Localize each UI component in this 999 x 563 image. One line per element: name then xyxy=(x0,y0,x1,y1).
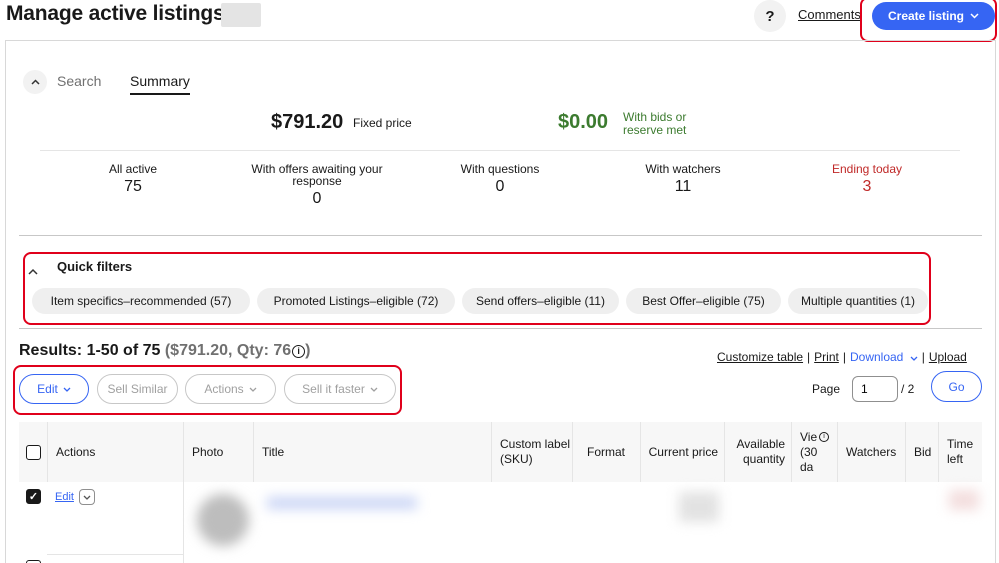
column-header-actions[interactable]: Actions xyxy=(48,422,184,482)
separator: | xyxy=(842,350,846,364)
customize-table-link[interactable]: Customize table xyxy=(717,350,803,364)
stat-label: With offers awaiting your response xyxy=(251,162,383,188)
comments-link[interactable]: Comments xyxy=(798,7,861,22)
column-header-custom-label[interactable]: Custom label (SKU) xyxy=(492,422,573,482)
info-icon: i xyxy=(819,432,829,442)
separator: | xyxy=(921,350,925,364)
annotation-box-quick-filters xyxy=(23,252,931,325)
bids-label: With bids or reserve met xyxy=(623,111,686,137)
select-all-cell xyxy=(19,422,48,482)
row-actions-dropdown[interactable] xyxy=(79,489,95,505)
go-button[interactable]: Go xyxy=(931,371,982,402)
stat-value: 0 xyxy=(495,178,505,195)
annotation-box-bulk-actions xyxy=(13,365,402,415)
upload-link[interactable]: Upload xyxy=(929,350,967,364)
chevron-down-icon[interactable] xyxy=(910,356,918,361)
results-summary: Results: 1-50 of 75 ($791.20, Qty: 76 i) xyxy=(19,342,310,360)
stat-value: 11 xyxy=(674,178,692,195)
stat-all-active[interactable]: All active 75 xyxy=(43,163,223,196)
listing-photo[interactable] xyxy=(197,494,249,546)
download-link[interactable]: Download xyxy=(850,350,903,364)
stat-label: With questions xyxy=(460,162,540,176)
column-header-bid[interactable]: Bid xyxy=(906,422,939,482)
row-edit-link[interactable]: Edit xyxy=(55,491,74,503)
stat-label: With watchers xyxy=(645,162,721,176)
column-header-title[interactable]: Title xyxy=(254,422,492,482)
annotation-box-create xyxy=(860,0,997,42)
column-header-available-quantity[interactable]: Available quantity xyxy=(725,422,792,482)
help-button[interactable]: ? xyxy=(754,0,786,32)
page-title: Manage active listings xyxy=(6,2,225,25)
stat-label: All active xyxy=(108,162,158,176)
table-toolbar-links: Customize table | Print | Download | Upload xyxy=(717,350,967,364)
page-number-input[interactable] xyxy=(852,376,898,402)
info-icon[interactable]: i xyxy=(292,345,306,358)
stat-with-watchers[interactable]: With watchers 11 xyxy=(593,163,773,196)
column-header-format[interactable]: Format xyxy=(573,422,641,482)
results-count: Results: 1-50 of 75 xyxy=(19,342,161,359)
chevron-down-icon xyxy=(83,495,91,500)
listing-price xyxy=(679,492,719,522)
table-header: Actions Photo Title Custom label (SKU) F… xyxy=(19,422,982,482)
column-header-time-left[interactable]: Time left xyxy=(939,422,982,482)
stat-value: 3 xyxy=(862,178,872,195)
section-divider xyxy=(19,235,982,236)
listing-title[interactable] xyxy=(267,497,417,509)
fixed-price-amount[interactable]: $791.20 xyxy=(271,111,343,134)
column-header-views-label: Vie (30 da xyxy=(800,429,818,474)
row-checkbox[interactable]: ✓ xyxy=(26,489,41,504)
select-all-checkbox[interactable] xyxy=(26,444,41,460)
column-header-views[interactable]: Vie (30 da i xyxy=(792,422,838,482)
tab-search[interactable]: Search xyxy=(57,73,101,89)
section-divider xyxy=(19,328,982,329)
results-close-paren: ) xyxy=(305,342,311,359)
separator: | xyxy=(807,350,811,364)
bids-label-line2: reserve met xyxy=(623,123,687,137)
stat-label: Ending today xyxy=(831,162,903,176)
stat-ending-today[interactable]: Ending today 3 xyxy=(777,163,957,196)
page-label: Page xyxy=(812,382,841,396)
results-detail: ($791.20, Qty: 76 xyxy=(164,342,292,359)
row-actions-divider xyxy=(183,482,184,563)
stat-with-questions[interactable]: With questions 0 xyxy=(410,163,590,196)
column-header-photo[interactable]: Photo xyxy=(184,422,254,482)
stat-value: 0 xyxy=(312,190,322,207)
bids-amount[interactable]: $0.00 xyxy=(558,111,608,134)
page-total: / 2 xyxy=(901,382,915,396)
stat-value: 75 xyxy=(124,178,142,195)
stat-offers-awaiting[interactable]: With offers awaiting your response 0 xyxy=(227,163,407,208)
tab-summary[interactable]: Summary xyxy=(130,73,190,95)
listing-time-left xyxy=(949,490,979,510)
redacted-store-name xyxy=(221,3,261,27)
summary-divider xyxy=(40,150,960,151)
column-header-current-price[interactable]: Current price xyxy=(641,422,725,482)
chevron-up-icon xyxy=(30,79,40,85)
print-link[interactable]: Print xyxy=(814,350,839,364)
collapse-summary-button[interactable] xyxy=(23,70,47,94)
fixed-price-label: Fixed price xyxy=(353,116,412,130)
column-header-watchers[interactable]: Watchers xyxy=(838,422,906,482)
table-row: ✓ xyxy=(19,482,982,563)
